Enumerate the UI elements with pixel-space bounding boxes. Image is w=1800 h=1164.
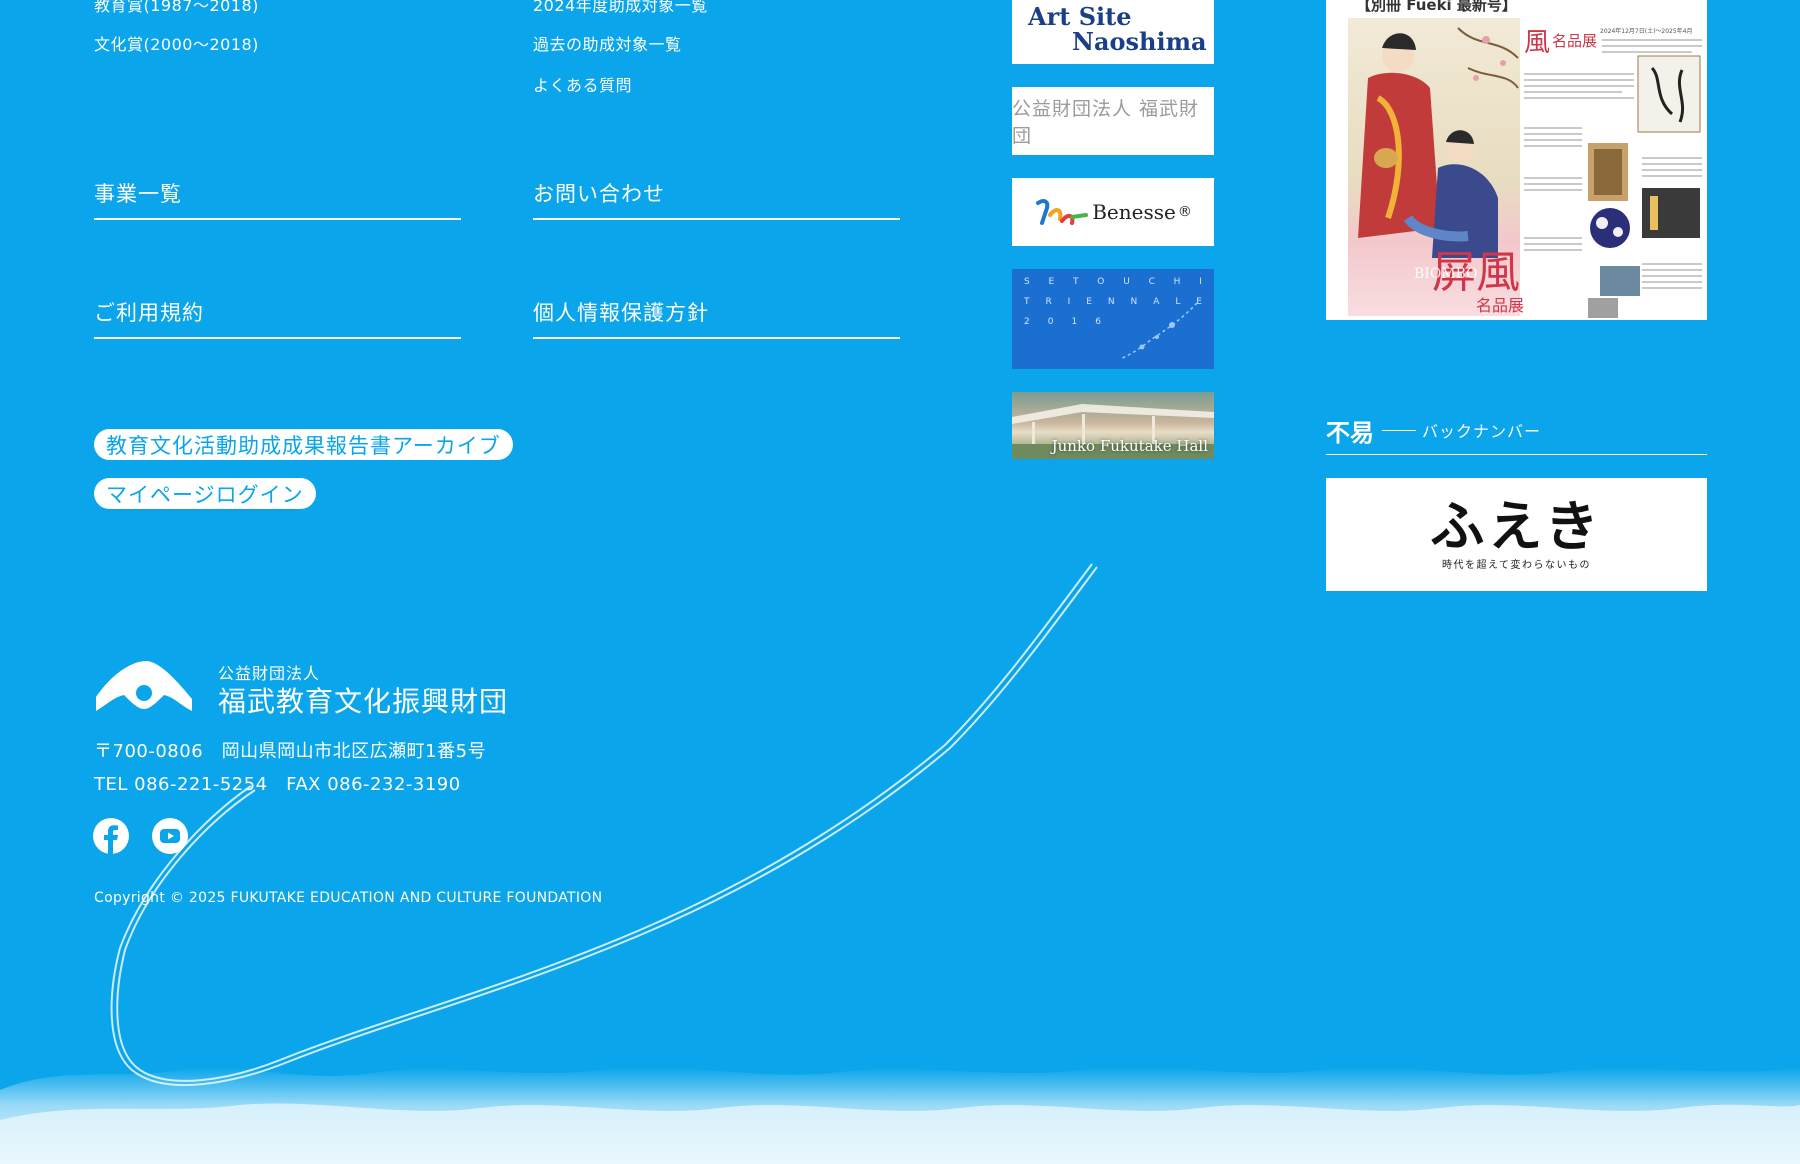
- link-education-award[interactable]: 教育賞(1987〜2018): [94, 0, 259, 16]
- nav-privacy[interactable]: 個人情報保護方針: [533, 299, 900, 339]
- triennale-letter: T: [1024, 297, 1030, 307]
- fueki-logo: ふえき: [1430, 495, 1603, 558]
- footer-tel-fax: TEL 086-221-5254 FAX 086-232-3190: [94, 774, 461, 795]
- triennale-letter: R: [1045, 297, 1052, 307]
- link-grant-list-2024[interactable]: 2024年度助成対象一覧: [533, 0, 708, 16]
- facebook-icon: [104, 825, 118, 854]
- banner-benesse[interactable]: Benesse ®: [1012, 178, 1214, 246]
- fueki-title-dash: [1382, 429, 1416, 431]
- fueki-latest-issue-poster[interactable]: 【別冊 Fueki 最新号】 屏風 BIOMBO 名品展 風 名品展 2024年…: [1326, 0, 1707, 320]
- org-name: 福武教育文化振興財団: [218, 685, 509, 718]
- foundation-logo-icon: [96, 661, 192, 711]
- nav-terms-label: ご利用規約: [94, 301, 204, 325]
- hall-text: Junko Fukutake Hall: [1051, 437, 1208, 455]
- poster-exhibit: 名品展: [1552, 32, 1598, 50]
- triennale-letter: I: [1067, 297, 1071, 307]
- nav-contact-label: お問い合わせ: [533, 182, 665, 206]
- setouchi-letter: T: [1073, 277, 1079, 287]
- banner-setouchi-triennale[interactable]: SETOUCHI TRIENNALE 2016: [1012, 269, 1214, 369]
- setouchi-letter: O: [1097, 277, 1105, 287]
- fueki-title: 不易: [1326, 418, 1374, 447]
- fueki-subtitle: バックナンバー: [1422, 422, 1542, 441]
- poster-title-char: 風: [1524, 28, 1551, 58]
- year-letter: 1: [1071, 317, 1078, 327]
- banner-fukutake-zaidan[interactable]: 公益財団法人 福武財団: [1012, 87, 1214, 155]
- fueki-tagline: 時代を超えて変わらないもの: [1442, 560, 1591, 571]
- setouchi-word: SETOUCHI: [1024, 277, 1202, 297]
- poster-heading: 【別冊 Fueki 最新号】: [1356, 0, 1517, 14]
- link-past-grants[interactable]: 過去の助成対象一覧: [533, 31, 682, 55]
- setouchi-letter: E: [1048, 277, 1055, 287]
- setouchi-letter: C: [1148, 277, 1155, 287]
- fueki-backnumber-header: 不易 バックナンバー: [1326, 410, 1707, 455]
- setouchi-letter: S: [1024, 277, 1030, 287]
- year-letter: 0: [1047, 317, 1054, 327]
- benesse-mark: ®: [1177, 204, 1192, 220]
- year-letter: 6: [1095, 317, 1101, 327]
- poster-text-lines: [1524, 39, 1702, 318]
- copyright: Copyright © 2025 FUKUTAKE EDUCATION AND …: [94, 890, 603, 906]
- nav-jigyo-label: 事業一覧: [94, 182, 182, 206]
- benesse-text: Benesse: [1092, 200, 1176, 224]
- benesse-bird-logo: [1036, 199, 1089, 225]
- nav-privacy-label: 個人情報保護方針: [533, 301, 709, 325]
- poster-bottom-label: 名品展: [1476, 296, 1525, 315]
- islands-map-icon: [1119, 302, 1198, 360]
- setouchi-letter: I: [1199, 277, 1202, 287]
- art-site-line1: Art Site: [1028, 2, 1132, 31]
- nav-jigyo-list[interactable]: 事業一覧: [94, 180, 461, 220]
- facebook-button[interactable]: [93, 818, 129, 854]
- footer-address: 〒700-0806 岡山県岡山市北区広瀬町1番5号: [94, 741, 487, 762]
- link-culture-award[interactable]: 文化賞(2000〜2018): [94, 31, 259, 55]
- mypage-login-button[interactable]: マイページログイン: [94, 478, 316, 509]
- triennale-letter: E: [1086, 297, 1092, 307]
- poster-dates: 2024年12月7日(土)〜2025年4月: [1600, 28, 1693, 35]
- setouchi-letter: U: [1123, 277, 1130, 287]
- poster-info-column: 風 名品展 2024年12月7日(土)〜2025年4月: [1522, 18, 1707, 320]
- banner-art-site-naoshima[interactable]: Art Site Naoshima: [1012, 0, 1214, 64]
- nav-terms[interactable]: ご利用規約: [94, 299, 461, 339]
- year-letter: 2: [1024, 317, 1030, 327]
- setouchi-letter: H: [1173, 277, 1181, 287]
- youtube-button[interactable]: [152, 818, 188, 854]
- poster-painting: 屏風 BIOMBO 名品展: [1348, 18, 1524, 316]
- poster-logo-text: BIOMBO: [1414, 266, 1478, 282]
- art-site-line2: Naoshima: [1072, 27, 1207, 56]
- archive-button[interactable]: 教育文化活動助成成果報告書アーカイブ: [94, 429, 513, 460]
- link-faq[interactable]: よくある質問: [533, 72, 632, 96]
- fueki-backnumber-banner[interactable]: ふえき 時代を超えて変わらないもの: [1326, 478, 1707, 591]
- banner-junko-fukutake-hall[interactable]: Junko Fukutake Hall: [1012, 392, 1214, 459]
- nav-contact[interactable]: お問い合わせ: [533, 180, 900, 220]
- youtube-icon: [160, 829, 180, 843]
- fukutake-zaidan-text: 公益財団法人 福武財団: [1012, 98, 1200, 147]
